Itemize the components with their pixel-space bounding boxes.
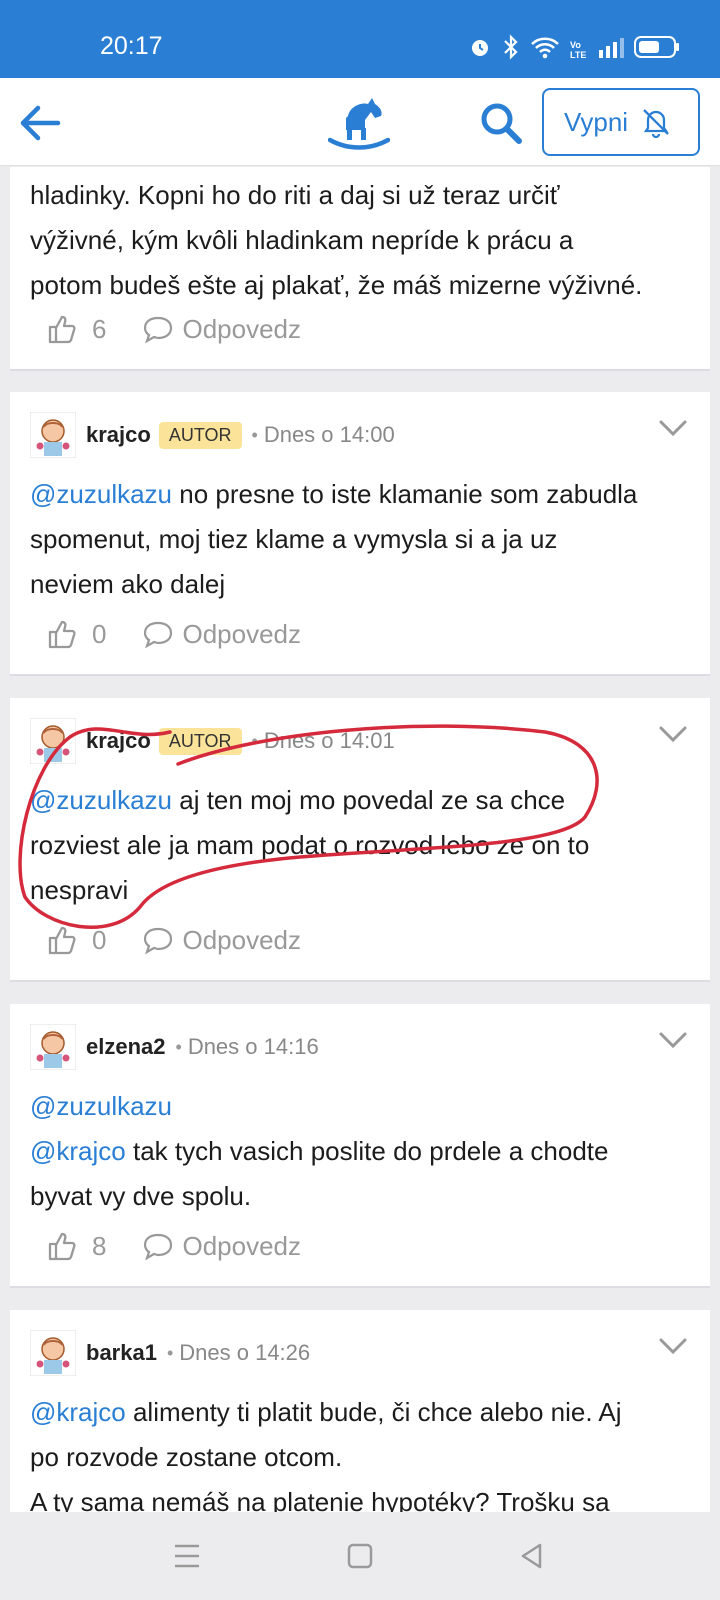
comment-time: Dnes o 14:16 bbox=[187, 1034, 319, 1059]
back-triangle-icon[interactable] bbox=[518, 1542, 546, 1570]
mention-link[interactable]: @krajco bbox=[30, 1397, 126, 1427]
mention-link[interactable]: @zuzulkazu bbox=[30, 479, 172, 509]
signal-icon bbox=[598, 36, 624, 63]
reply-button[interactable]: Odpovedz bbox=[142, 1231, 301, 1262]
author-name[interactable]: barka1 bbox=[86, 1340, 157, 1366]
chevron-down-icon[interactable] bbox=[658, 724, 688, 744]
comment-text: @zuzulkazu @krajco tak tych vasich posli… bbox=[30, 1091, 609, 1211]
comment-actions: 0 Odpovedz bbox=[46, 924, 301, 956]
speech-bubble-icon bbox=[144, 621, 173, 649]
thumbs-up-icon bbox=[48, 1232, 76, 1261]
speech-bubble-icon bbox=[144, 1233, 173, 1261]
comment-actions: 0 Odpovedz bbox=[46, 618, 301, 650]
mention-link[interactable]: @zuzulkazu bbox=[30, 1091, 172, 1121]
thumbs-up-icon bbox=[48, 926, 76, 955]
reply-button[interactable]: Odpovedz bbox=[142, 619, 301, 650]
like-button[interactable]: 0 bbox=[46, 924, 142, 956]
comment-time: Dnes o 14:01 bbox=[263, 728, 395, 753]
speech-bubble-icon bbox=[144, 316, 173, 344]
like-count: 0 bbox=[92, 618, 107, 649]
rocking-horse-logo-icon[interactable] bbox=[327, 94, 391, 150]
home-square-icon[interactable] bbox=[346, 1542, 374, 1570]
mention-link[interactable]: @zuzulkazu bbox=[30, 785, 172, 815]
reply-label: Odpovedz bbox=[182, 1230, 301, 1261]
comment-card: barka1 • Dnes o 14:26 @krajco alimenty t… bbox=[10, 1310, 710, 1512]
comment-text: @krajco alimenty ti platit bude, či chce… bbox=[30, 1397, 622, 1512]
author-name[interactable]: elzena2 bbox=[86, 1034, 166, 1060]
comment-card: krajco AUTOR • Dnes o 14:00 @zuzulkazu n… bbox=[10, 392, 710, 676]
like-button[interactable]: 8 bbox=[46, 1230, 142, 1262]
avatar[interactable] bbox=[30, 1024, 76, 1070]
avatar[interactable] bbox=[30, 412, 76, 458]
comment-actions: 6 Odpovedz bbox=[46, 313, 301, 345]
search-icon bbox=[481, 103, 522, 144]
app-bar: Vypni bbox=[0, 78, 720, 166]
reply-button[interactable]: Odpovedz bbox=[142, 925, 301, 956]
battery-icon bbox=[634, 35, 680, 64]
author-badge: AUTOR bbox=[158, 727, 242, 755]
like-button[interactable]: 6 bbox=[46, 313, 142, 345]
avatar[interactable] bbox=[30, 718, 76, 764]
mute-label: Vypni bbox=[564, 106, 629, 137]
speech-bubble-icon bbox=[144, 927, 173, 955]
chevron-down-icon[interactable] bbox=[658, 1030, 688, 1050]
status-icons: Vo LTE bbox=[468, 34, 680, 65]
thumbs-up-icon bbox=[48, 315, 76, 344]
like-count: 0 bbox=[92, 924, 107, 955]
comment-text: @zuzulkazu no presne to iste klamanie so… bbox=[30, 479, 638, 599]
comment-time: Dnes o 14:26 bbox=[179, 1340, 311, 1365]
author-name[interactable]: krajco bbox=[86, 422, 151, 448]
status-time: 20:17 bbox=[100, 32, 163, 60]
alarm-icon bbox=[468, 35, 492, 64]
comment-actions: 8 Odpovedz bbox=[46, 1230, 301, 1262]
comment-text: @zuzulkazu aj ten moj mo povedal ze sa c… bbox=[30, 785, 590, 905]
comment-header: barka1 • Dnes o 14:26 bbox=[30, 1328, 310, 1378]
mention-link[interactable]: @krajco bbox=[30, 1136, 126, 1166]
reply-label: Odpovedz bbox=[182, 924, 301, 955]
reply-label: Odpovedz bbox=[182, 618, 301, 649]
like-button[interactable]: 0 bbox=[46, 618, 142, 650]
mute-notifications-button[interactable]: Vypni bbox=[542, 88, 700, 156]
back-arrow-icon bbox=[20, 105, 61, 141]
chevron-down-icon[interactable] bbox=[658, 1336, 688, 1356]
wifi-icon bbox=[530, 35, 560, 64]
comments-feed[interactable]: hladinky. Kopni ho do riti a daj si už t… bbox=[0, 167, 720, 1512]
system-nav-bar bbox=[0, 1512, 720, 1600]
volte-icon: Vo LTE bbox=[570, 39, 587, 60]
reply-button[interactable]: Odpovedz bbox=[142, 314, 301, 345]
comment-header: krajco AUTOR • Dnes o 14:00 bbox=[30, 410, 395, 460]
menu-icon[interactable] bbox=[172, 1542, 202, 1570]
chevron-down-icon[interactable] bbox=[658, 418, 688, 438]
thumbs-up-icon bbox=[48, 620, 76, 649]
bluetooth-icon bbox=[502, 34, 520, 65]
comment-card: krajco AUTOR • Dnes o 14:01 @zuzulkazu a… bbox=[10, 698, 710, 982]
comment-time: Dnes o 14:00 bbox=[263, 422, 395, 447]
search-button[interactable] bbox=[478, 100, 524, 146]
comment-card: hladinky. Kopni ho do riti a daj si už t… bbox=[10, 167, 710, 371]
avatar[interactable] bbox=[30, 1330, 76, 1376]
like-count: 6 bbox=[92, 313, 107, 344]
status-bar: 20:17 Vo LTE bbox=[0, 0, 720, 78]
comment-card: elzena2 • Dnes o 14:16 @zuzulkazu @krajc… bbox=[10, 1004, 710, 1288]
comment-header: elzena2 • Dnes o 14:16 bbox=[30, 1022, 319, 1072]
like-count: 8 bbox=[92, 1230, 107, 1261]
author-badge: AUTOR bbox=[158, 421, 242, 449]
bell-off-icon bbox=[643, 109, 669, 138]
comment-text: hladinky. Kopni ho do riti a daj si už t… bbox=[30, 180, 643, 300]
author-name[interactable]: krajco bbox=[86, 728, 151, 754]
back-button[interactable] bbox=[18, 100, 64, 146]
reply-label: Odpovedz bbox=[182, 313, 301, 344]
comment-header: krajco AUTOR • Dnes o 14:01 bbox=[30, 716, 395, 766]
